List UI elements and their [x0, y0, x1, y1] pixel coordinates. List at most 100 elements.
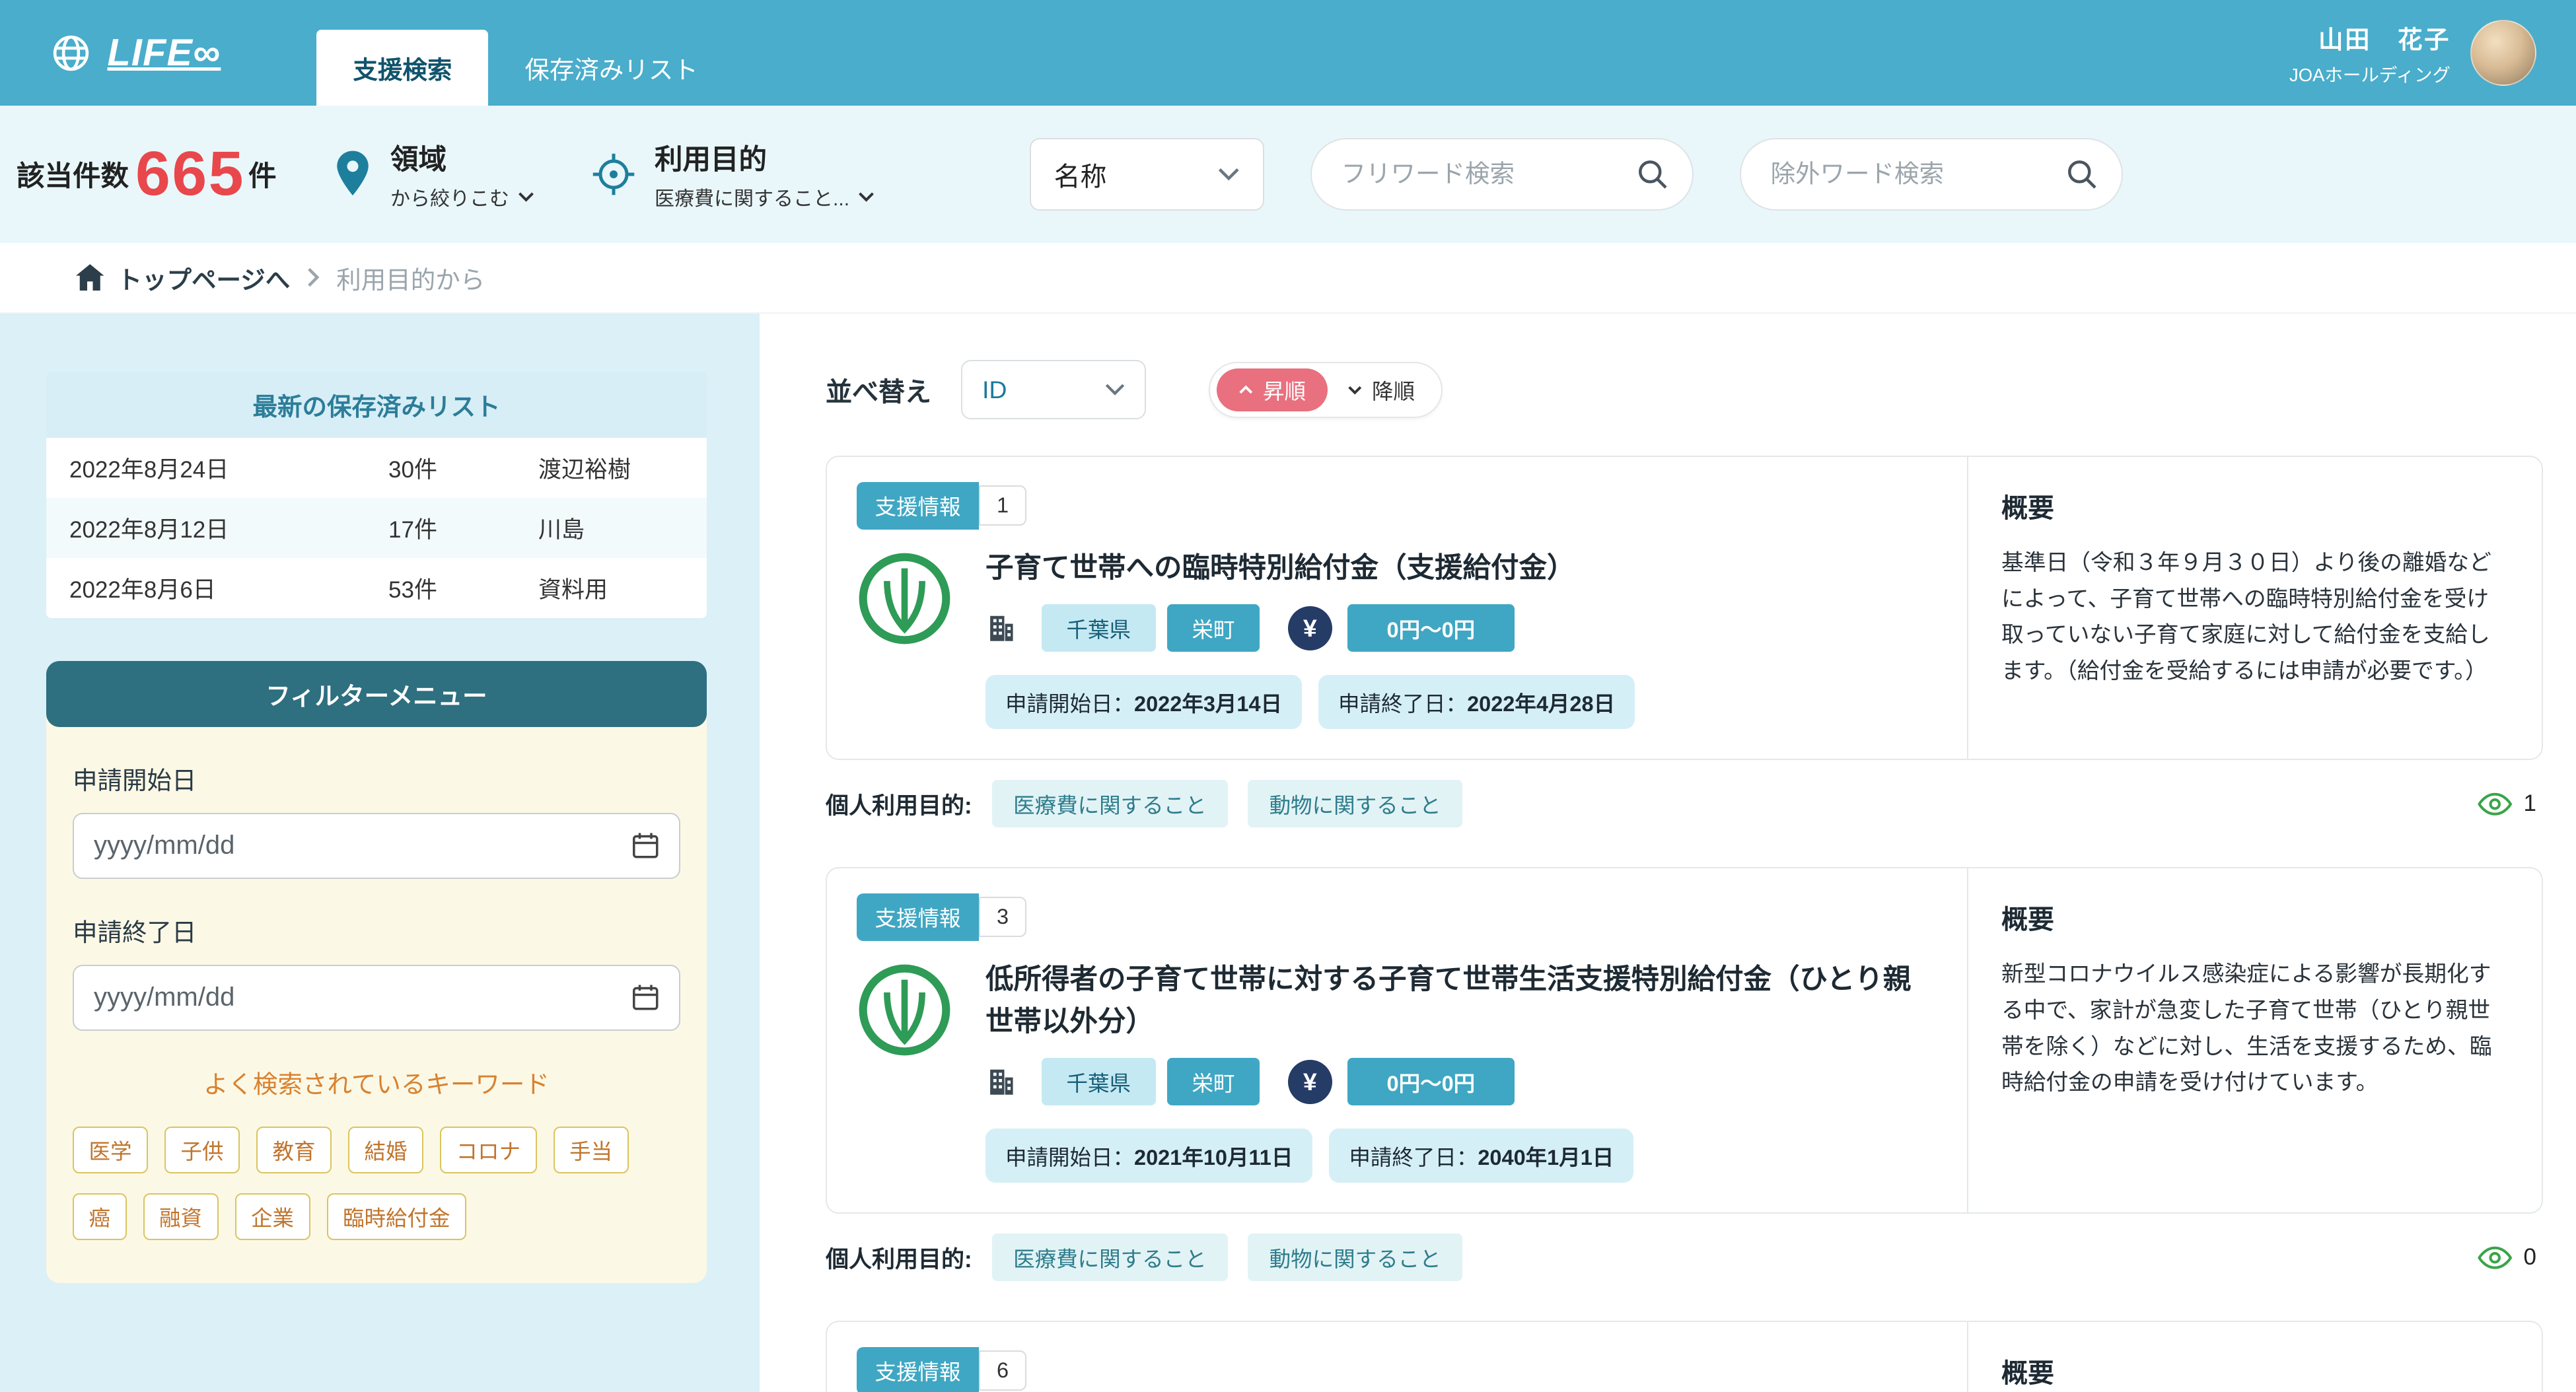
building-icon: [985, 613, 1017, 644]
support-id-badge: 6: [979, 1350, 1027, 1391]
keyword-chip[interactable]: 企業: [234, 1193, 310, 1240]
tab-support-search[interactable]: 支援検索: [316, 30, 489, 106]
support-title[interactable]: 低所得者の子育て世帯に対する子育て世帯生活支援特別給付金（ひとり親世帯以外分）: [985, 959, 1934, 1043]
end-date-label: 申請終了日: [73, 918, 197, 946]
purpose-label: 個人利用目的:: [826, 1246, 972, 1272]
saved-list-title: 最新の保存済みリスト: [46, 371, 707, 438]
support-info-badge: 支援情報: [857, 481, 980, 530]
user-name: 山田 花子: [2318, 25, 2451, 53]
logo-text: LIFE∞: [107, 32, 221, 74]
support-info-badge: 支援情報: [857, 1346, 980, 1392]
yen-icon: ¥: [1287, 1059, 1333, 1104]
prefecture-chip[interactable]: 千葉県: [1042, 604, 1156, 652]
saved-list-row[interactable]: 2022年8月6日 53件 資料用: [46, 558, 707, 618]
purpose-row: 個人利用目的: 医療費に関すること 動物に関すること 0: [826, 1234, 2543, 1282]
date-row: 申請開始日：2021年10月11日 申請終了日：2040年1月1日: [985, 1129, 1934, 1183]
filter-menu-title: フィルターメニュー: [46, 660, 707, 727]
sort-select[interactable]: ID: [961, 360, 1146, 419]
purpose-filter-text: 利用目的 医療費に関すること...: [655, 137, 875, 212]
overview-text: 基準日（令和３年９月３０日）より後の離婚などによって、子育て世帯への臨時特別給付…: [2001, 550, 2491, 684]
meta-row: 千葉県 栄町 ¥ 0円〜0円: [985, 604, 1934, 652]
support-info-badge: 支援情報: [857, 893, 980, 941]
saved-list-row[interactable]: 2022年8月24日 30件 渡辺裕樹: [46, 438, 707, 498]
card-body: 子育て世帯への臨時特別給付金（支援給付金） 千葉県 栄町 ¥ 0円〜0円 申請開…: [857, 547, 1934, 730]
filter-menu-panel: フィルターメニュー 申請開始日 申請終了日: [46, 660, 707, 1283]
result-count: 該当件数 665 件: [17, 139, 277, 209]
support-card[interactable]: 支援情報 1 子育て世帯への臨時特別給付金（支援給付金） 千葉県 栄町 ¥ 0円…: [826, 456, 2543, 761]
city-chip[interactable]: 栄町: [1167, 1058, 1260, 1106]
start-date-label: 申請開始日: [73, 766, 197, 794]
end-date-field: [73, 964, 680, 1031]
eye-icon: [2477, 792, 2513, 817]
top-bar: LIFE∞ 支援検索 保存済みリスト 山田 花子 JOAホールディング: [0, 0, 2576, 106]
main-nav: 支援検索 保存済みリスト: [316, 0, 734, 106]
yen-icon: ¥: [1287, 606, 1333, 650]
view-count: 1: [2477, 790, 2543, 817]
city-chip[interactable]: 栄町: [1167, 604, 1260, 652]
globe-logo-icon: [50, 32, 92, 75]
support-card[interactable]: 支援情報 3 低所得者の子育て世帯に対する子育て世帯生活支援特別給付金（ひとり親…: [826, 867, 2543, 1214]
breadcrumb-current: 利用目的から: [336, 265, 485, 294]
keyword-chip[interactable]: コロナ: [440, 1126, 537, 1173]
overview-title: 概要: [2001, 494, 2054, 523]
calendar-icon[interactable]: [631, 983, 660, 1012]
app-logo[interactable]: LIFE∞: [50, 0, 221, 106]
overview-text: 新型コロナウイルス感染症による影響が長期化する中で、家計が急変した子育て世帯（ひ…: [2001, 961, 2492, 1096]
overview-title: 概要: [2001, 1359, 2054, 1389]
meta-row: 千葉県 栄町 ¥ 0円〜0円: [985, 1058, 1934, 1106]
support-title[interactable]: 子育て世帯への臨時特別給付金（支援給付金）: [985, 547, 1934, 590]
purpose-chip[interactable]: 動物に関すること: [1248, 780, 1463, 828]
chevron-down-icon: [1218, 168, 1240, 181]
keyword-search: [1310, 137, 1694, 211]
sort-asc-button[interactable]: 昇順: [1217, 368, 1328, 411]
search-icon[interactable]: [1636, 158, 1669, 191]
results-main: 並べ替え ID 昇順 降順 支援情報 1 子育て世帯への臨時特別給付金（支援給付…: [760, 314, 2576, 1392]
purpose-filter[interactable]: 利用目的 医療費に関すること...: [590, 137, 875, 212]
saved-list-row[interactable]: 2022年8月12日 17件 川島: [46, 497, 707, 558]
keyword-chip[interactable]: 臨時給付金: [326, 1193, 467, 1240]
card-left: 支援情報 1 子育て世帯への臨時特別給付金（支援給付金） 千葉県 栄町 ¥ 0円…: [827, 457, 1967, 759]
tab-saved-list[interactable]: 保存済みリスト: [488, 30, 734, 106]
purpose-chip[interactable]: 動物に関すること: [1248, 1234, 1463, 1282]
start-date-input[interactable]: [94, 831, 631, 860]
end-date-input[interactable]: [94, 983, 631, 1012]
name-select[interactable]: 名称: [1029, 137, 1264, 211]
purpose-chip[interactable]: 医療費に関すること: [991, 1234, 1229, 1282]
keyword-chip[interactable]: 医学: [73, 1126, 149, 1173]
sidebar: 最新の保存済みリスト 2022年8月24日 30件 渡辺裕樹 2022年8月12…: [0, 314, 760, 1392]
end-date-chip: 申請終了日：2040年1月1日: [1329, 1129, 1634, 1183]
support-card[interactable]: 支援情報 6 マタニティ・乳児タクシー助成: [826, 1321, 2543, 1392]
keyword-chip[interactable]: 結婚: [348, 1126, 424, 1173]
exclude-search-input[interactable]: [1770, 160, 2065, 189]
avatar[interactable]: [2470, 20, 2536, 86]
card-overview: 概要 基準日（令和３年９月３０日）より後の離婚などによって、子育て世帯への臨時特…: [1967, 457, 2542, 759]
badge-row: 支援情報 3: [857, 893, 1934, 941]
keyword-chip[interactable]: 融資: [143, 1193, 219, 1240]
search-icon[interactable]: [2065, 158, 2098, 191]
keyword-chip[interactable]: 子供: [164, 1126, 240, 1173]
sort-desc-button[interactable]: 降順: [1328, 374, 1435, 405]
filter-menu-body: 申請開始日 申請終了日: [46, 727, 707, 1240]
chevron-down-icon: [1105, 383, 1125, 396]
keyword-chip[interactable]: 教育: [256, 1126, 332, 1173]
keyword-chip[interactable]: 手当: [553, 1126, 629, 1173]
municipality-emblem-icon: [857, 962, 952, 1058]
purpose-chip[interactable]: 医療費に関すること: [991, 780, 1229, 828]
user-menu[interactable]: 山田 花子 JOAホールディング: [2289, 0, 2536, 106]
calendar-icon[interactable]: [631, 831, 660, 860]
sort-order-toggle: 昇順 降順: [1209, 361, 1443, 418]
purpose-row: 個人利用目的: 医療費に関すること 動物に関すること 1: [826, 780, 2543, 828]
breadcrumb-home-link[interactable]: トップページへ: [76, 260, 290, 296]
badge-row: 支援情報 6: [857, 1346, 1934, 1392]
badge-row: 支援情報 1: [857, 481, 1934, 530]
home-icon: [76, 264, 104, 291]
keyword-search-input[interactable]: [1341, 160, 1636, 189]
prefecture-chip[interactable]: 千葉県: [1042, 1058, 1156, 1106]
region-filter-text: 領域 から絞りこむ: [390, 137, 534, 212]
keyword-chip[interactable]: 癌: [73, 1193, 127, 1240]
card-main: 子育て世帯への臨時特別給付金（支援給付金） 千葉県 栄町 ¥ 0円〜0円 申請開…: [985, 547, 1934, 730]
chevron-up-icon: [1238, 384, 1254, 395]
view-count: 0: [2477, 1244, 2543, 1270]
region-filter[interactable]: 領域 から絞りこむ: [333, 137, 534, 212]
card-overview: 概要 母体への負担軽減や健やかな出産を支援するため、乗車時に利用できるタクシー券…: [1967, 1322, 2542, 1392]
